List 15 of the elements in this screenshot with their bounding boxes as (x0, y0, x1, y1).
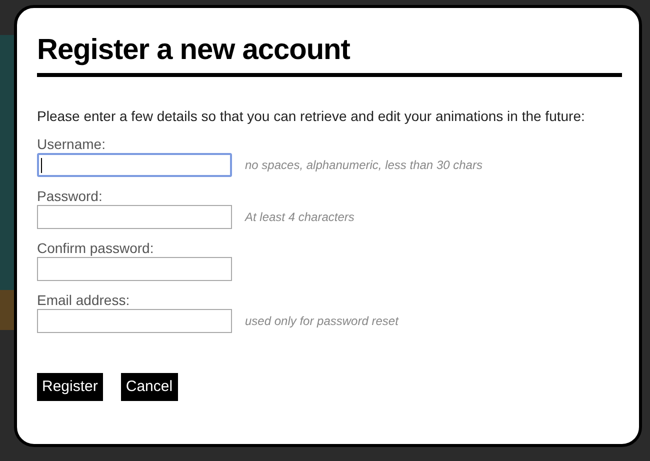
register-button[interactable]: Register (37, 373, 103, 401)
dialog-title: Register a new account (37, 33, 351, 68)
field-hint: At least 4 characters (245, 209, 354, 226)
cancel-button[interactable]: Cancel (120, 373, 178, 401)
field-label: Password: (37, 188, 102, 205)
input-field[interactable] (37, 257, 232, 281)
intro-text: Please enter a few details so that you can retrieve and edit your animations in the future: (37, 107, 586, 125)
input-field[interactable] (37, 153, 232, 177)
field-label: Confirm password: (37, 240, 154, 257)
field-hint: used only for password reset (245, 313, 398, 330)
field-hint: no spaces, alphanumeric, less than 30 chars (245, 157, 482, 174)
input-field[interactable] (37, 205, 232, 229)
field-label: Email address: (37, 292, 130, 309)
input-field[interactable] (37, 309, 232, 333)
field-label: Username: (37, 136, 106, 153)
